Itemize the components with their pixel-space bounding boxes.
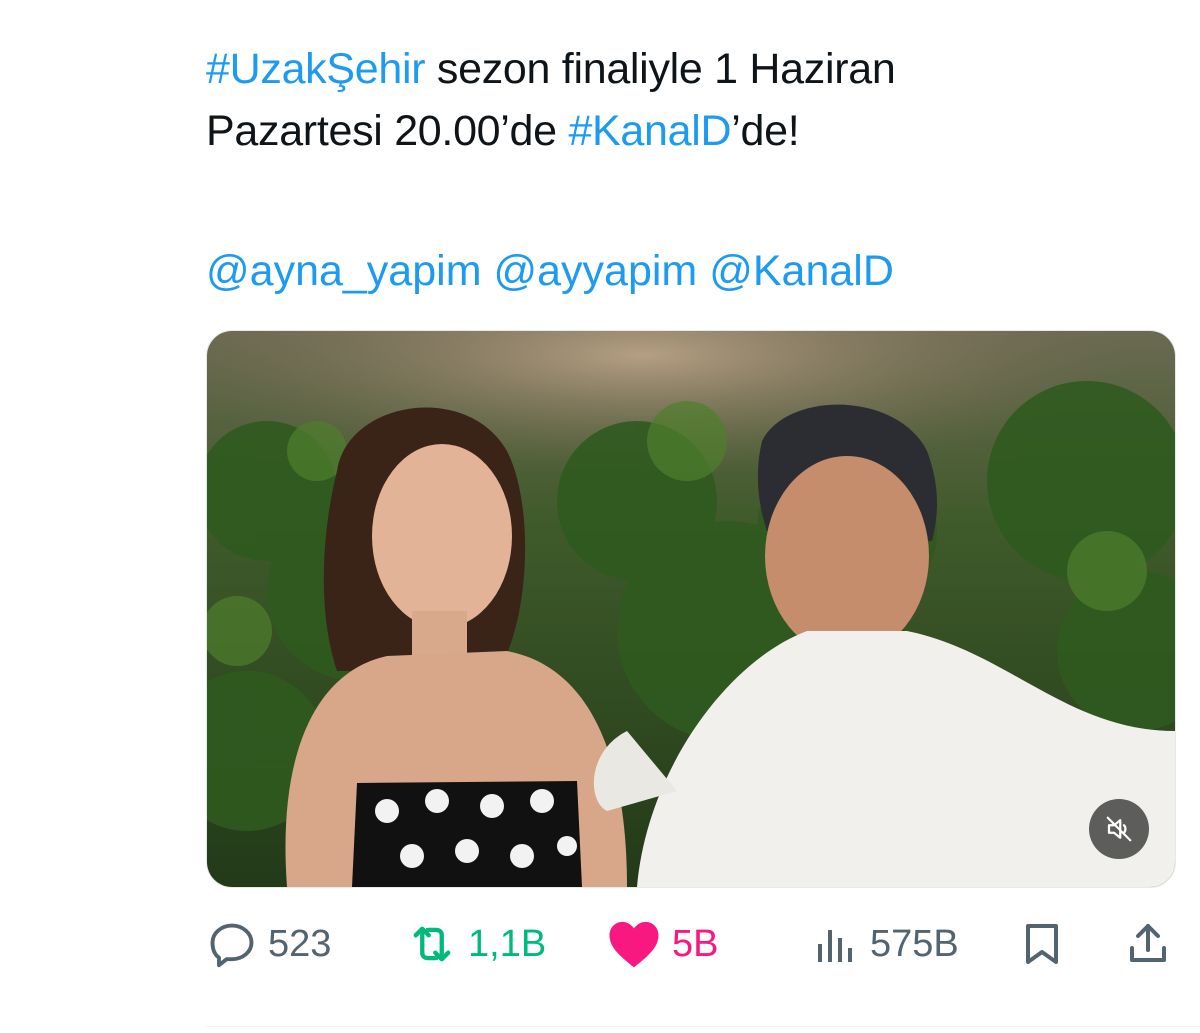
tweet-line-2: Pazartesi 20.00’de #KanalD’de! — [206, 100, 1166, 162]
reply-count: 523 — [268, 922, 332, 965]
tweet-line-1: #UzakŞehir sezon finaliyle 1 Haziran — [206, 38, 1166, 100]
bottom-divider — [206, 1026, 1200, 1027]
views-count: 575B — [870, 922, 959, 965]
reply-icon — [210, 923, 254, 968]
views-chart-icon — [818, 930, 852, 962]
speaker-muted-icon — [1106, 816, 1132, 842]
tweet-text: #UzakŞehir sezon finaliyle 1 Haziran Paz… — [206, 38, 1166, 162]
tweet-text-part: Pazartesi 20.00’de — [206, 107, 569, 155]
reply-button[interactable]: 523 — [206, 912, 331, 976]
like-count: 5B — [672, 922, 719, 965]
mention-ayna-yapim[interactable]: @ayna_yapim — [206, 247, 482, 295]
mute-toggle-button[interactable] — [1089, 799, 1149, 859]
like-button[interactable]: 5B — [606, 912, 718, 976]
video-thumbnail — [207, 331, 1175, 887]
tweet-actions-bar: 523 1,1B 5B 575B — [206, 912, 1174, 976]
share-icon — [1130, 924, 1166, 962]
bookmark-button[interactable] — [1018, 912, 1066, 976]
share-button[interactable] — [1124, 912, 1172, 976]
hashtag-kanald[interactable]: #KanalD — [568, 107, 731, 155]
views-button[interactable]: 575B — [812, 912, 959, 976]
retweet-count: 1,1B — [468, 922, 547, 965]
heart-filled-icon — [609, 921, 659, 968]
mention-ayyapim[interactable]: @ayyapim — [493, 247, 697, 295]
bookmark-icon — [1026, 924, 1058, 964]
tweet-text-part: sezon finaliyle 1 Haziran — [425, 45, 896, 93]
hashtag-uzaksehir[interactable]: #UzakŞehir — [206, 45, 426, 93]
video-player[interactable] — [206, 330, 1176, 888]
tweet-text-part: ’de! — [731, 107, 800, 155]
retweet-button[interactable]: 1,1B — [406, 912, 546, 976]
mentions-line: @ayna_yapim @ayyapim @KanalD — [206, 240, 894, 302]
retweet-icon — [413, 926, 451, 962]
mention-kanald[interactable]: @KanalD — [709, 247, 894, 295]
